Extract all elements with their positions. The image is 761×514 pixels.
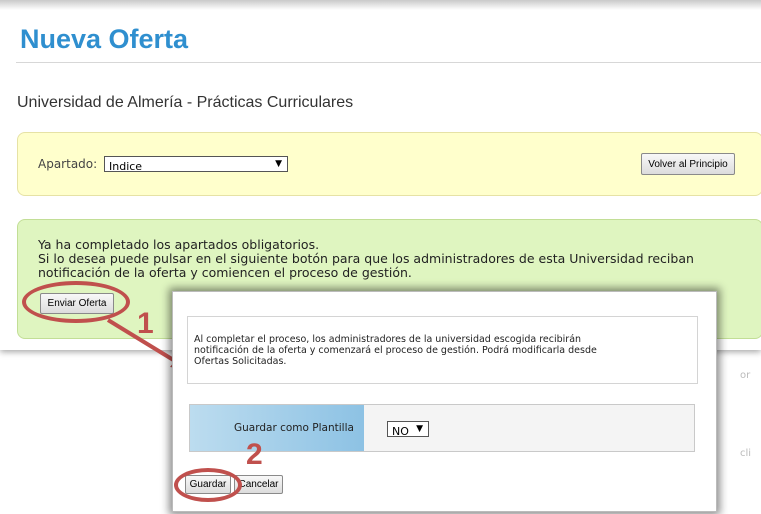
- template-label-cell: Guardar como Plantilla: [190, 405, 364, 451]
- confirm-dialog: Al completar el proceso, los administrad…: [172, 291, 717, 512]
- annotation-step-2: 2: [246, 438, 263, 471]
- template-label: Guardar como Plantilla: [234, 422, 354, 434]
- dialog-info-line-3: Ofertas Solicitadas.: [194, 356, 287, 367]
- dialog-info-box: Al completar el proceso, los administrad…: [187, 316, 698, 384]
- template-selected-value: NO: [392, 425, 409, 438]
- dialog-info-line-2: notificación de la oferta y comenzará el…: [194, 345, 597, 356]
- annotation-circle-2: [174, 468, 242, 502]
- annotation-step-1: 1: [137, 307, 154, 340]
- template-form-row: Guardar como Plantilla NO ▼: [189, 404, 695, 452]
- dialog-info-line-1: Al completar el proceso, los administrad…: [194, 334, 582, 345]
- dropdown-arrow-icon: ▼: [416, 424, 423, 434]
- template-select[interactable]: NO ▼: [387, 421, 429, 438]
